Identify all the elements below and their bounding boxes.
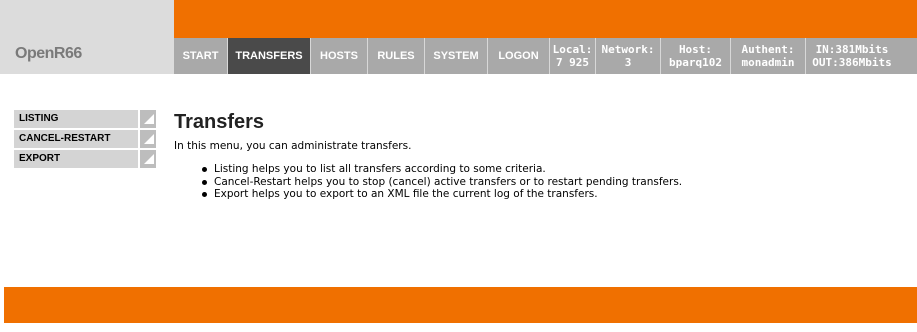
bullet-icon: [202, 167, 207, 172]
stat-local: Local: 7 925: [550, 38, 596, 74]
main-nav: START TRANSFERS HOSTS RULES SYSTEM LOGON…: [174, 38, 917, 74]
sidebar-item-export[interactable]: EXPORT: [14, 150, 156, 168]
logo-block: OpenR66: [0, 0, 174, 74]
corner-arrow-icon: [138, 150, 156, 168]
help-text: Listing helps you to list all transfers …: [214, 163, 546, 175]
stat-local-label: Local:: [552, 43, 593, 56]
stat-bandwidth-in: IN:381Mbits: [815, 43, 889, 56]
stat-authent-label: Authent:: [741, 43, 795, 56]
stat-host-value: bparq102: [669, 56, 722, 69]
stat-bandwidth: IN:381Mbits OUT:386Mbits: [806, 38, 898, 74]
sidebar-item-label: EXPORT: [19, 153, 61, 164]
list-item: Listing helps you to list all transfers …: [202, 163, 904, 176]
nav-system[interactable]: SYSTEM: [425, 38, 488, 74]
sidebar-item-label: CANCEL-RESTART: [19, 133, 111, 144]
stat-network: Network: 3: [596, 38, 661, 74]
app-logo: OpenR66: [15, 45, 82, 62]
sidebar-item-label: LISTING: [19, 113, 59, 124]
stat-authent: Authent: monadmin: [731, 38, 806, 74]
stat-host-label: Host:: [678, 43, 713, 56]
stat-host: Host: bparq102: [661, 38, 731, 74]
bullet-icon: [202, 179, 207, 185]
nav-rules[interactable]: RULES: [368, 38, 425, 74]
page-intro: In this menu, you can administrate trans…: [174, 140, 412, 152]
sidebar-item-listing[interactable]: LISTING: [14, 110, 156, 128]
list-item: Export helps you to export to an XML fil…: [202, 188, 904, 201]
stat-bandwidth-out: OUT:386Mbits: [812, 56, 892, 69]
nav-logon[interactable]: LOGON: [488, 38, 550, 74]
help-text: Cancel-Restart helps you to stop (cancel…: [214, 175, 683, 188]
stat-network-label: Network:: [601, 43, 655, 56]
header-banner: [174, 0, 917, 38]
footer-banner: [4, 287, 917, 323]
list-item: Cancel-Restart helps you to stop (cancel…: [202, 176, 904, 189]
stat-local-value: 7 925: [555, 56, 590, 69]
help-text: Export helps you to export to an XML fil…: [214, 188, 598, 200]
corner-arrow-icon: [138, 110, 156, 128]
sidebar: LISTING CANCEL-RESTART EXPORT: [14, 110, 156, 170]
nav-hosts[interactable]: HOSTS: [311, 38, 368, 74]
sidebar-item-cancel-restart[interactable]: CANCEL-RESTART: [14, 130, 156, 148]
nav-transfers[interactable]: TRANSFERS: [228, 38, 311, 74]
stat-authent-value: monadmin: [741, 56, 795, 69]
nav-start[interactable]: START: [174, 38, 228, 74]
stat-network-value: 3: [624, 56, 632, 69]
main-content: Transfers In this menu, you can administ…: [174, 110, 904, 201]
page-title: Transfers: [174, 111, 265, 133]
help-list: Listing helps you to list all transfers …: [202, 163, 904, 201]
bullet-icon: [202, 192, 207, 197]
corner-arrow-icon: [138, 130, 156, 148]
